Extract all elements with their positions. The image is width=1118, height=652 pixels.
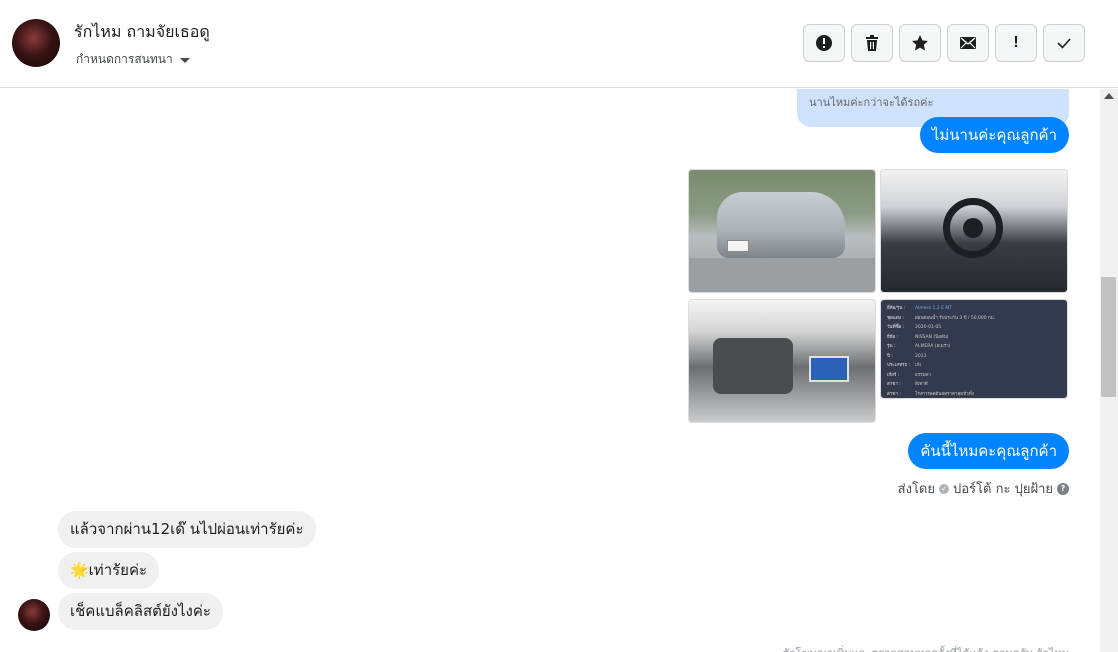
system-footnote: ตัวโฆษณาเพิ่มและตรวจสอบทุกครั้งที่ได้แจ้… bbox=[782, 644, 1069, 652]
spec-row: เกียร์ : ธรรมดา bbox=[887, 372, 931, 378]
car-engine-photo[interactable] bbox=[688, 299, 876, 423]
conversation-thread[interactable]: นานไหมค่ะกว่าจะได้รถค่ะ ไม่นานค่ะคุณลูกค… bbox=[0, 89, 1100, 652]
spec-row: ยี่ห้อ/รุ่น : Almera 1.2 E MT bbox=[887, 306, 953, 311]
assign-conversation-dropdown[interactable]: กำหนดการสนทนา bbox=[76, 50, 191, 69]
spec-row: ปี :2013 bbox=[887, 353, 927, 359]
scroll-up-arrow-icon[interactable] bbox=[1104, 93, 1114, 99]
photo-ground bbox=[689, 258, 875, 292]
steering-hub bbox=[963, 218, 983, 238]
engine-block bbox=[713, 338, 793, 394]
mark-done-button[interactable] bbox=[1043, 24, 1085, 62]
trash-icon bbox=[866, 35, 878, 51]
incoming-message[interactable]: 🌟เท่ารัยค่ะ bbox=[58, 552, 160, 589]
outgoing-message[interactable]: คันนี้ไหมคะคุณลูกค้า bbox=[908, 433, 1069, 469]
assign-label: กำหนดการสนทนา bbox=[76, 52, 173, 66]
contact-avatar[interactable] bbox=[12, 19, 60, 67]
license-plate bbox=[727, 240, 749, 252]
contact-avatar-small[interactable] bbox=[18, 599, 50, 631]
exclamation-icon: ! bbox=[1013, 34, 1019, 51]
star-button[interactable] bbox=[899, 24, 941, 62]
star-icon bbox=[912, 35, 928, 51]
conversation-header: รักไหม ถามจัยเธอดู กำหนดการสนทนา ! bbox=[0, 0, 1118, 88]
spec-row: ชุดแต่ง : ผ่อนต่อนน้ำ รับประกัน 3 ปี / 50… bbox=[887, 315, 996, 321]
spam-alert-button[interactable] bbox=[803, 24, 845, 62]
follow-up-button[interactable]: ! bbox=[995, 24, 1037, 62]
delete-button[interactable] bbox=[851, 24, 893, 62]
spec-row: วันที่ซื้อ :2020-01-05 bbox=[887, 325, 942, 330]
conversation-actions: ! bbox=[803, 24, 1085, 62]
help-icon[interactable]: ? bbox=[1057, 482, 1069, 495]
sent-by-label: ส่งโดย bbox=[897, 482, 935, 497]
caret-down-icon bbox=[179, 57, 190, 63]
contact-name[interactable]: รักไหม ถามจัยเธอดู bbox=[74, 20, 210, 45]
sent-by-line: ส่งโดย ✓ ปอร์โต้ กะ ปุยฝ้าย ? bbox=[898, 478, 1069, 499]
verified-icon: ✓ bbox=[939, 483, 949, 494]
car-exterior-photo[interactable] bbox=[688, 169, 876, 293]
spec-row: สาขา : โรงการลดต้นลดราคาสุดทั่วทั้ง bbox=[887, 391, 974, 397]
spec-row: ประเภทรถ : เก๋ง bbox=[887, 363, 922, 368]
spec-row: รุ่น : ALMERA (อเมร่า) bbox=[887, 344, 951, 349]
alert-circle-icon bbox=[816, 35, 832, 51]
spec-row: ยี่ห้อ : NISSAN (นิสสัน) bbox=[887, 334, 949, 340]
sent-by-name[interactable]: ปอร์โต้ กะ ปุยฝ้าย bbox=[953, 478, 1053, 499]
incoming-message[interactable]: แล้วจากผ่าน12เด๊ นไปผ่อนเท่ารัยค่ะ bbox=[58, 511, 316, 548]
vertical-scrollbar[interactable] bbox=[1100, 89, 1118, 652]
envelope-icon bbox=[960, 37, 976, 49]
check-icon bbox=[1057, 38, 1071, 49]
car-spec-sheet-photo[interactable]: ยี่ห้อ/รุ่น : Almera 1.2 E MT ชุดแต่ง : ผ่… bbox=[880, 299, 1068, 399]
outgoing-message[interactable]: ไม่นานค่ะคุณลูกค้า bbox=[919, 117, 1069, 153]
car-interior-photo[interactable] bbox=[880, 169, 1068, 293]
incoming-message[interactable]: เช็คแบล็คลิสต์ยังไงค่ะ bbox=[58, 593, 223, 630]
car-battery bbox=[809, 356, 849, 382]
scrollbar-thumb[interactable] bbox=[1101, 277, 1116, 397]
mark-unread-button[interactable] bbox=[947, 24, 989, 62]
spec-row: สาขา : สีเทาดี bbox=[887, 382, 928, 387]
